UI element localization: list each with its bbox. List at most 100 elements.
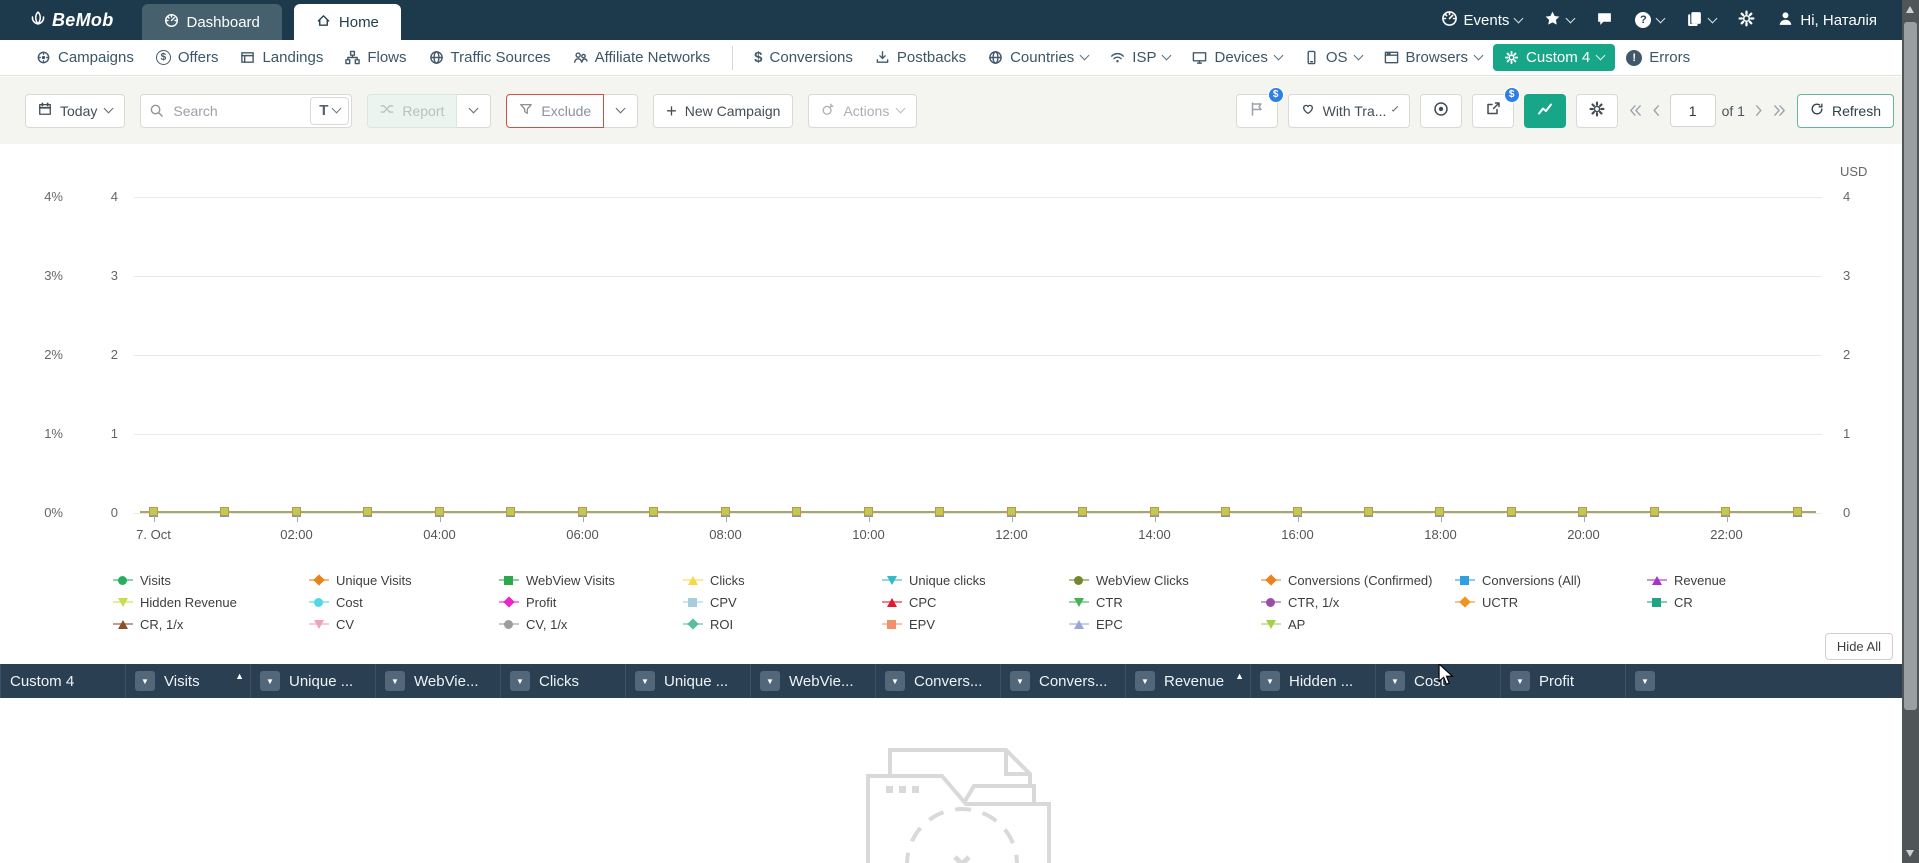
prev-page-icon[interactable]: [1649, 103, 1664, 118]
filter-icon[interactable]: [1510, 671, 1530, 691]
traffic-filter-dropdown[interactable]: With Tra...: [1287, 93, 1410, 128]
table-column-header[interactable]: Convers... ▲: [875, 664, 1000, 698]
legend-item[interactable]: Hidden Revenue: [105, 591, 301, 613]
exclude-dropdown-button[interactable]: [604, 93, 639, 128]
nav-item[interactable]: Devices: [1181, 44, 1292, 71]
legend-item[interactable]: CTR: [1061, 591, 1253, 613]
legend-item[interactable]: WebView Visits: [491, 569, 675, 591]
pages-menu[interactable]: [1686, 10, 1718, 31]
filter-icon[interactable]: [760, 671, 780, 691]
filter-icon[interactable]: [635, 671, 655, 691]
feedback-button[interactable]: [1596, 10, 1613, 31]
table-column-header[interactable]: Revenue ▲: [1125, 664, 1250, 698]
scrollbar-thumb[interactable]: [1904, 22, 1917, 710]
filter-icon[interactable]: [1260, 671, 1280, 691]
scroll-down-icon[interactable]: [1906, 850, 1914, 857]
legend-item[interactable]: CR, 1/x: [105, 613, 301, 635]
legend-item[interactable]: UCTR: [1447, 591, 1639, 613]
table-column-header[interactable]: Profit ▲: [1500, 664, 1625, 698]
table-column-header[interactable]: WebVie... ▲: [375, 664, 500, 698]
legend-item[interactable]: Cost: [301, 591, 491, 613]
settings-button[interactable]: [1738, 10, 1755, 31]
chart-toggle-button[interactable]: [1523, 93, 1566, 128]
report-button[interactable]: Report: [367, 93, 458, 128]
new-campaign-button[interactable]: + New Campaign: [653, 93, 794, 128]
hide-all-button[interactable]: Hide All: [1824, 633, 1893, 660]
legend-item[interactable]: Clicks: [675, 569, 874, 591]
workspace-tab[interactable]: Dashboard: [141, 4, 282, 40]
filter-icon[interactable]: [135, 671, 155, 691]
legend-item[interactable]: Conversions (All): [1447, 569, 1639, 591]
table-column-header[interactable]: Custom 4 ▲: [0, 664, 125, 698]
bemob-logo[interactable]: BeMob: [0, 0, 142, 40]
table-column-header[interactable]: Unique ... ▲: [250, 664, 375, 698]
nav-item[interactable]: ! Errors: [1615, 44, 1701, 71]
nav-item[interactable]: $ Offers: [145, 44, 230, 71]
legend-item[interactable]: EPV: [874, 613, 1061, 635]
legend-item[interactable]: CPV: [675, 591, 874, 613]
filter-icon[interactable]: [260, 671, 280, 691]
filter-icon[interactable]: [1385, 671, 1405, 691]
table-column-header[interactable]: Unique ... ▲: [625, 664, 750, 698]
legend-item[interactable]: WebView Clicks: [1061, 569, 1253, 591]
favorites-menu[interactable]: [1544, 10, 1576, 31]
nav-item[interactable]: Countries: [977, 44, 1099, 71]
filter-icon[interactable]: [885, 671, 905, 691]
legend-item[interactable]: AP: [1253, 613, 1447, 635]
filter-icon[interactable]: [1635, 671, 1655, 691]
legend-item[interactable]: CV, 1/x: [491, 613, 675, 635]
legend-item[interactable]: CV: [301, 613, 491, 635]
events-menu[interactable]: Events: [1441, 10, 1524, 31]
export-button[interactable]: $: [1471, 86, 1520, 128]
nav-item[interactable]: Postbacks: [864, 44, 977, 71]
nav-item[interactable]: $ Conversions: [743, 44, 864, 71]
help-menu[interactable]: ?: [1635, 12, 1666, 28]
table-column-header[interactable]: Visits ▲: [125, 664, 250, 698]
legend-item[interactable]: Revenue: [1639, 569, 1819, 591]
scroll-up-icon[interactable]: [1906, 6, 1914, 13]
nav-item[interactable]: Campaigns: [25, 44, 145, 71]
filter-icon[interactable]: [510, 671, 530, 691]
vertical-scrollbar[interactable]: [1902, 0, 1919, 863]
refresh-button[interactable]: Refresh: [1796, 93, 1894, 128]
flag-button[interactable]: $: [1235, 86, 1284, 128]
filter-icon[interactable]: [385, 671, 405, 691]
exclude-button[interactable]: Exclude: [506, 93, 605, 128]
page-input[interactable]: [1669, 94, 1716, 127]
table-column-header[interactable]: Clicks ▲: [500, 664, 625, 698]
account-menu[interactable]: Hi, Наталія: [1777, 10, 1877, 31]
column-settings-button[interactable]: [1575, 93, 1618, 128]
nav-item[interactable]: Landings: [229, 44, 334, 71]
table-column-header[interactable]: ▲: [1625, 664, 1750, 698]
search-type-button[interactable]: T: [310, 96, 350, 125]
filter-icon[interactable]: [1135, 671, 1155, 691]
legend-item[interactable]: CR: [1639, 591, 1819, 613]
legend-item[interactable]: CTR, 1/x: [1253, 591, 1447, 613]
nav-item[interactable]: ISP: [1099, 44, 1181, 71]
first-page-icon[interactable]: [1628, 103, 1643, 118]
nav-item[interactable]: Affiliate Networks: [562, 44, 733, 71]
last-page-icon[interactable]: [1772, 103, 1787, 118]
legend-item[interactable]: Profit: [491, 591, 675, 613]
table-column-header[interactable]: WebVie... ▲: [750, 664, 875, 698]
legend-item[interactable]: ROI: [675, 613, 874, 635]
date-range-button[interactable]: Today: [25, 93, 126, 128]
table-column-header[interactable]: Convers... ▲: [1000, 664, 1125, 698]
nav-item[interactable]: OS: [1293, 44, 1373, 71]
next-page-icon[interactable]: [1751, 103, 1766, 118]
nav-item[interactable]: Traffic Sources: [418, 44, 562, 71]
workspace-tab[interactable]: Home: [293, 4, 401, 40]
legend-item[interactable]: Conversions (Confirmed): [1253, 569, 1447, 591]
table-column-header[interactable]: Hidden ... ▲: [1250, 664, 1375, 698]
visibility-button[interactable]: [1419, 93, 1462, 128]
actions-button[interactable]: Actions: [808, 93, 918, 128]
legend-item[interactable]: EPC: [1061, 613, 1253, 635]
legend-item[interactable]: Unique Visits: [301, 569, 491, 591]
legend-item[interactable]: Unique clicks: [874, 569, 1061, 591]
filter-icon[interactable]: [1010, 671, 1030, 691]
legend-item[interactable]: CPC: [874, 591, 1061, 613]
nav-item[interactable]: Custom 4: [1493, 44, 1616, 71]
report-dropdown-button[interactable]: [457, 93, 492, 128]
nav-item[interactable]: Flows: [334, 44, 417, 71]
legend-item[interactable]: Visits: [105, 569, 301, 591]
